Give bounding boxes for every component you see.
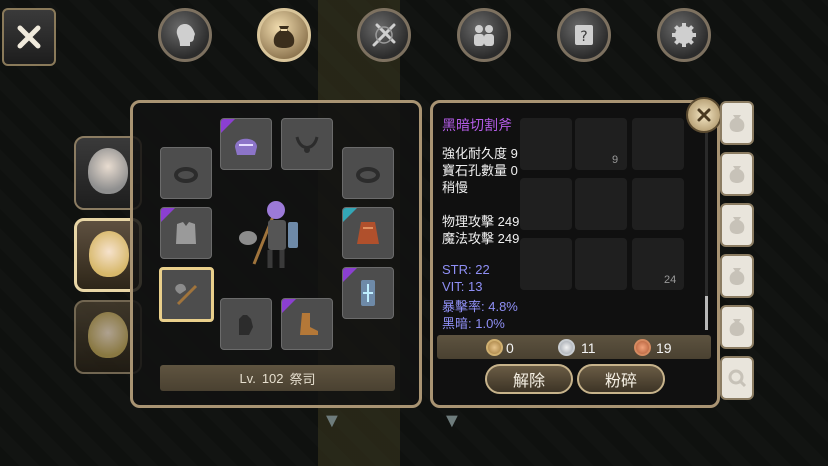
bag-icon [729, 166, 745, 183]
character-model [239, 201, 298, 268]
level-prefix: Lv. [239, 370, 256, 386]
rarity-marker [343, 208, 357, 222]
detail-scrollbar-thumb[interactable] [705, 296, 708, 330]
level-value: 102 [261, 370, 284, 386]
equip-slot-weapon[interactable] [159, 267, 214, 322]
down-arrow-icon: ▼ [322, 410, 342, 432]
rarity-marker [221, 119, 235, 133]
item-stack-count: 9 [612, 154, 619, 166]
gold-amount: 0 [506, 340, 514, 356]
svg-text:?: ? [580, 29, 587, 45]
bag-tab-1[interactable] [720, 101, 754, 145]
bag-tab-2[interactable] [720, 152, 754, 196]
bag-tab-search[interactable] [720, 356, 754, 400]
item-speed: 稍慢 [442, 180, 469, 195]
close-detail-button[interactable] [686, 97, 722, 133]
head-silhouette-icon [176, 24, 195, 46]
equip-slot-shield[interactable] [342, 267, 394, 319]
tab-inventory[interactable] [257, 8, 311, 62]
bag-tab-5[interactable] [720, 305, 754, 349]
bag-tab-3[interactable] [720, 203, 754, 247]
ring-icon [174, 167, 198, 183]
silver-coin-icon [558, 339, 575, 356]
tab-party[interactable] [457, 8, 511, 62]
silver-amount: 11 [581, 340, 596, 356]
close-menu-button[interactable] [2, 8, 56, 66]
bag-icon [729, 268, 745, 285]
equip-slot-helmet[interactable] [220, 118, 272, 170]
inventory-slot-bg [520, 118, 572, 170]
item-stat-vit: VIT: 13 [442, 279, 483, 294]
close-icon [17, 25, 41, 49]
equip-slot-gloves[interactable] [220, 298, 272, 350]
equip-slot-boots[interactable] [281, 298, 333, 350]
inventory-slot-bg [575, 178, 627, 230]
rarity-marker [282, 299, 296, 313]
blonde-buns-character-2-avatar [88, 312, 128, 358]
item-stat-dark: 黑暗: 1.0% [442, 316, 505, 331]
bronze-amount: 19 [656, 340, 672, 356]
equip-slot-ring-right[interactable] [342, 147, 394, 199]
close-icon [697, 108, 711, 122]
inventory-slot-bg [575, 238, 627, 290]
quest-scroll-icon: ? [575, 25, 593, 45]
inventory-slot-bg [632, 118, 684, 170]
item-name: 黑暗切割斧 [442, 117, 512, 133]
gear-icon [672, 23, 696, 47]
equip-slot-armor[interactable] [160, 207, 212, 259]
necklace-icon [295, 136, 319, 153]
tab-skills[interactable] [357, 8, 411, 62]
axe-icon [174, 283, 197, 305]
character-level-bar: Lv. 102 祭司 [160, 365, 395, 391]
item-magic-attack: 魔法攻擊 249 [442, 231, 520, 246]
equip-slot-cloak[interactable] [342, 207, 394, 259]
item-stack-count: 24 [664, 274, 677, 286]
tab-quests[interactable]: ? [557, 8, 611, 62]
bag-tab-4[interactable] [720, 254, 754, 298]
shatter-button[interactable]: 粉碎 [577, 364, 665, 394]
crossed-swords-icon [372, 23, 396, 47]
rarity-marker [343, 268, 357, 282]
gold-coin-icon [486, 339, 503, 356]
inventory-slot-bg [520, 178, 572, 230]
ring-icon [356, 167, 380, 183]
equip-slot-ring-left[interactable] [160, 147, 212, 199]
bag-icon [273, 26, 295, 48]
white-hair-character-avatar [88, 148, 128, 194]
item-stat-str: STR: 22 [442, 262, 490, 277]
inventory-slot-bg [575, 118, 627, 170]
inventory-slot-bg [520, 238, 572, 290]
equip-slot-necklace[interactable] [281, 118, 333, 170]
tab-settings[interactable] [657, 8, 711, 62]
bronze-coin-icon [634, 339, 651, 356]
magnifier-bag-icon [728, 369, 747, 388]
party-icon [474, 25, 494, 46]
inventory-slot-bg [632, 178, 684, 230]
tab-character[interactable] [158, 8, 212, 62]
down-arrow-icon: ▼ [442, 410, 462, 432]
gloves-icon [239, 315, 253, 335]
bag-icon [729, 319, 745, 336]
blonde-buns-character-avatar [89, 231, 129, 277]
unequip-button[interactable]: 解除 [485, 364, 573, 394]
rarity-marker [161, 208, 175, 222]
bag-icon [729, 115, 745, 132]
class-name: 祭司 [289, 371, 316, 387]
bag-icon [729, 217, 745, 234]
